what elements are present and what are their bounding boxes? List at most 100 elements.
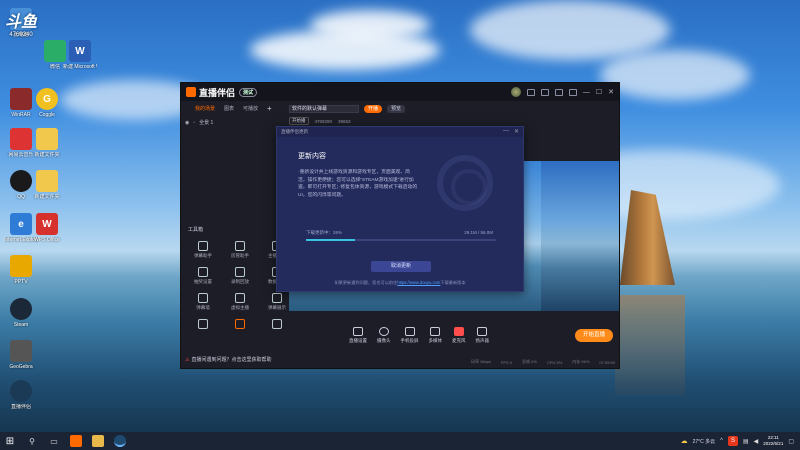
live-settings-button[interactable]: 直播设置 [349,326,367,344]
tool-recording[interactable]: 录制回放 [223,267,257,285]
search-icon[interactable]: ⚲ [26,435,38,447]
phone-cast-button[interactable]: 手机投屏 [401,326,419,344]
windows-start-icon[interactable]: ⊞ [4,435,16,447]
help-icon[interactable] [568,88,577,96]
update-notes: ·重新设计并上线游戏资源和游戏专区，页面美观、简洁，操作更便捷；您可以选择“ST… [298,170,418,198]
chevron-up-icon[interactable]: ^ [720,438,723,444]
tool-lottery[interactable]: 抽奖设置 [186,267,220,285]
settings-icon[interactable] [554,88,563,96]
cpu-status: CPU 5% [546,359,563,365]
speaker-button[interactable]: 扬声器 [476,326,489,344]
tool-image[interactable] [186,319,220,331]
preview-button[interactable]: 预览 [387,105,406,113]
desktop-icon-live-companion[interactable]: 直播伴侣 [4,380,38,410]
live-companion-taskbar-icon[interactable] [114,435,126,447]
tools-title: 工具箱 [188,227,204,233]
status-tag[interactable]: 开始播 [289,117,309,125]
app-titlebar: 直播伴侣 测试 — ☐ ✕ [181,83,619,101]
volume-icon[interactable]: ◀ [754,438,759,445]
minimize-icon[interactable]: — [503,128,509,135]
help-notice[interactable]: ⚠ 直播间遇到问题？点击这里获取帮助 [185,356,272,363]
weather-text[interactable]: 27°C 多云 [693,438,716,445]
overlay-number: 4769240 [9,32,33,38]
download-link[interactable]: https://www.douyu.com [397,280,440,285]
mic-icon [453,326,464,336]
close-icon[interactable]: ✕ [514,128,519,135]
tab-my-scenes[interactable]: 我的场景 [195,105,215,112]
display-icon [272,293,282,303]
minimize-icon[interactable]: — [583,89,590,96]
media-button[interactable]: 多媒体 [429,326,442,344]
desktop-icon-coggle[interactable]: G Coggle [30,88,64,118]
desktop-icon-folder-1[interactable]: 新建文件夹 [30,128,64,158]
room-title-input[interactable]: 软件的默认弹幕 [289,105,359,113]
scene-item[interactable]: ◉ ▫ 全景 1 [185,119,214,127]
lock-icon[interactable]: ▫ [193,120,195,126]
skin-icon[interactable] [526,88,535,96]
close-icon[interactable]: ✕ [608,88,614,96]
wps-icon: W [36,213,58,235]
scene-label: 全景 1 [199,120,214,126]
lottery-icon [198,267,208,277]
tab-playable[interactable]: 可播放 [243,105,258,112]
mic-button[interactable]: 麦克风 [452,326,466,344]
start-live-button[interactable]: 开始直播 [575,329,613,342]
douyu-logo-text: 斗鱼 [4,14,37,31]
clock[interactable]: 22:11 2022/6/21 [763,435,783,447]
add-tab-button[interactable]: + [267,104,272,113]
progress-bar [306,239,496,241]
room-bar: 软件的默认弹幕 开播 预览 [289,105,406,113]
file-explorer-icon[interactable] [92,435,104,447]
cancel-update-button[interactable]: 取消更新 [371,261,431,272]
room-number: 4769290 [314,118,333,124]
tool-danmaku-wall[interactable]: 弹幕墙 [186,293,220,311]
music-icon [10,128,32,150]
ime-icon[interactable]: S [728,436,738,446]
progress-size: 29.1M / 56.0M [464,230,493,235]
warning-icon: ⚠ [185,357,190,363]
message-icon[interactable] [540,88,549,96]
start-room-button[interactable]: 开播 [364,105,383,113]
room-info: 开始播 4769290 39653 [289,117,351,125]
camera-button[interactable]: 摄像头 [377,326,391,344]
weather-icon[interactable]: ☁ [681,437,688,445]
tool-danmaku-helper[interactable]: 弹幕助手 [186,241,220,259]
maximize-icon[interactable]: ☐ [596,88,602,96]
bottom-control-bar: 直播设置 摄像头 手机投屏 多媒体 麦克风 扬声器 [289,321,619,349]
taskbar-app-orange-icon[interactable] [70,435,82,447]
beta-badge: 测试 [239,87,258,97]
pptv-icon [10,255,32,277]
tool-gift[interactable] [223,319,257,331]
desktop-icon-wps[interactable]: W WPS Office [30,213,64,243]
winrar-icon [10,88,32,110]
geogebra-icon [10,340,32,362]
eye-icon[interactable]: ◉ [185,120,189,126]
desktop-icon-folder-2[interactable]: 新建文件夹 [30,170,64,200]
screen-icon [198,293,208,303]
image-icon [198,319,208,329]
word-doc-icon: W [69,40,91,62]
desktop-icon-word[interactable]: W 新建 Microsoft Word 文档 [63,40,97,70]
memory-status: 内存 56% [572,359,590,364]
system-tray: ☁ 27°C 多云 ^ S ▤ ◀ 22:11 2022/6/21 ▢ [681,435,800,447]
avatar[interactable] [510,87,521,97]
media-icon [430,326,441,336]
coggle-icon: G [36,88,58,110]
desktop-icon-pptv[interactable]: PPTV [4,255,38,285]
live-timer: 07:59:59 [599,359,615,365]
network-icon[interactable]: ▤ [743,438,749,445]
notification-icon[interactable]: ▢ [788,438,794,445]
tool-room-admin[interactable]: 房管助手 [223,241,257,259]
tab-charts[interactable]: 图表 [224,105,234,112]
dropframe-status: 丢帧 0% [522,359,537,364]
download-icon [235,293,245,303]
gift-icon [235,319,245,329]
task-view-icon[interactable]: ▭ [48,435,60,447]
app-logo-icon [186,87,196,97]
qq-icon [10,170,32,192]
desktop-icon-geogebra[interactable]: GeoGebra [4,340,38,370]
steam-icon [10,298,32,320]
tool-virtual-streamer[interactable]: 虚拟主播 [223,293,257,311]
desktop-icon-steam[interactable]: Steam [4,298,38,328]
folder-icon [36,170,58,192]
